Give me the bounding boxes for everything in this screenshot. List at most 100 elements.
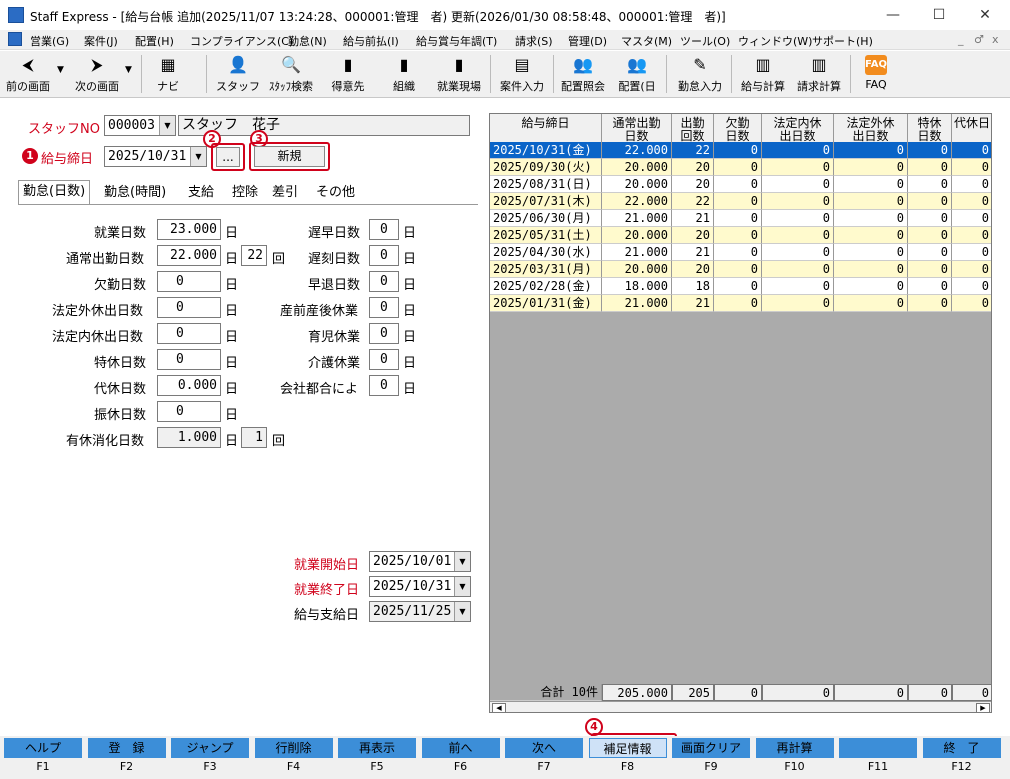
next-dropdown-icon[interactable]: ▼ — [125, 65, 132, 75]
menu-payroll[interactable]: 給与賞与年調(T) — [416, 33, 497, 49]
supplementary-info-button[interactable]: 補足情報 — [588, 738, 667, 758]
faq-button[interactable]: FAQ FAQ — [856, 53, 896, 96]
clear-screen-button[interactable]: 画面クリア — [672, 738, 750, 758]
table-row[interactable]: 2025/07/31(木) 22.000 22 0 0 0 0 0 — [490, 193, 991, 210]
maximize-button[interactable]: ☐ — [916, 2, 962, 28]
billing-calc-button[interactable]: ▥ 請求計算 — [792, 53, 846, 96]
work-days-field[interactable]: 23.000 — [157, 219, 221, 240]
table-row[interactable]: 2025/06/30(月) 21.000 21 0 0 0 0 0 — [490, 210, 991, 227]
delete-row-button[interactable]: 行削除 — [254, 738, 333, 758]
table-row[interactable]: 2025/10/31(金) 22.000 22 0 0 0 0 0 — [490, 142, 991, 159]
table-row[interactable]: 2025/03/31(月) 20.000 20 0 0 0 0 0 — [490, 261, 991, 278]
assign-inquiry-button[interactable]: 👥 配置照会 — [557, 53, 609, 96]
jump-button[interactable]: ジャンプ — [171, 738, 249, 758]
billing-calc-icon: ▥ — [811, 55, 827, 74]
statutory-external-holiday-field[interactable]: 0 — [157, 297, 221, 318]
staff-button[interactable]: 👤 スタッフ — [216, 53, 260, 96]
menu-support[interactable]: サポート(H) — [812, 33, 873, 49]
org-icon: ▮ — [399, 55, 409, 74]
prev-key-label: F6 — [453, 760, 468, 773]
absence-days-field[interactable]: 0 — [157, 271, 221, 292]
nursing-care-leave-field[interactable]: 0 — [369, 349, 399, 370]
staff-search-button[interactable]: 🔍 ｽﾀｯﾌ検索 — [262, 53, 320, 96]
org-button[interactable]: ▮ 組織 — [382, 53, 426, 96]
mdi-minimize-button[interactable]: _ — [958, 33, 964, 46]
refresh-button[interactable]: 再表示 — [338, 738, 416, 758]
register-button[interactable]: 登 録 — [87, 738, 166, 758]
tab-attendance-days[interactable]: 勤怠(日数) — [18, 180, 91, 204]
substitute-holiday-field[interactable]: 0 — [157, 401, 221, 422]
menu-attendance[interactable]: 勤怠(N) — [288, 33, 327, 49]
work-start-dropdown-icon[interactable]: ▼ — [454, 552, 470, 571]
horizontal-scrollbar[interactable]: ◀ ▶ — [490, 701, 991, 712]
regular-attendance-days-field[interactable]: 22.000 — [157, 245, 221, 266]
table-cell: 0 — [908, 261, 952, 278]
close-button[interactable]: ✕ — [962, 2, 1008, 28]
f11-button[interactable] — [839, 738, 917, 758]
new-button[interactable]: 新規 — [254, 146, 325, 167]
menu-window[interactable]: ウィンドウ(W) — [738, 33, 812, 49]
menu-manage[interactable]: 管理(D) — [568, 33, 607, 49]
prev-button[interactable]: 前へ — [421, 738, 500, 758]
assign-button[interactable]: 👥 配置(日 — [612, 53, 662, 96]
pay-history-grid[interactable]: 給与締日 通常出勤 日数 出勤 回数 欠勤 日数 法定内休 出日数 法定外休 出日数 特休 … — [489, 113, 992, 713]
table-row[interactable]: 2025/01/31(金) 21.000 21 0 0 0 0 0 — [490, 295, 991, 312]
navi-button[interactable]: ▦ ナビ — [148, 53, 188, 96]
prev-dropdown-icon[interactable]: ▼ — [57, 65, 64, 75]
tab-difference[interactable]: 差引 — [272, 182, 298, 204]
app-menu-icon[interactable] — [8, 32, 22, 46]
table-row[interactable]: 2025/09/30(火) 20.000 20 0 0 0 0 0 — [490, 159, 991, 176]
compensatory-days-field[interactable]: 0.000 — [157, 375, 221, 396]
work-end-dropdown-icon[interactable]: ▼ — [454, 577, 470, 596]
table-cell: 18.000 — [602, 278, 672, 295]
table-row[interactable]: 2025/02/28(金) 18.000 18 0 0 0 0 0 — [490, 278, 991, 295]
tab-other[interactable]: その他 — [316, 182, 355, 204]
scroll-right-icon[interactable]: ▶ — [976, 703, 990, 712]
toolbar-separator — [490, 55, 491, 93]
menu-compliance[interactable]: コンプライアンス(C) — [190, 33, 293, 49]
childcare-leave-field[interactable]: 0 — [369, 323, 399, 344]
special-leave-days-field[interactable]: 0 — [157, 349, 221, 370]
tab-attendance-hours[interactable]: 勤怠(時間) — [104, 182, 166, 204]
prev-screen-button[interactable]: ⮜ 前の画面 — [2, 53, 54, 96]
statutory-internal-holiday-field[interactable]: 0 — [157, 323, 221, 344]
menu-advance-pay[interactable]: 給与前払(I) — [343, 33, 399, 49]
payroll-calc-button[interactable]: ▥ 給与計算 — [736, 53, 790, 96]
mdi-close-button[interactable]: x — [992, 33, 999, 46]
worksite-button[interactable]: ▮ 就業現場 — [430, 53, 488, 96]
menu-assign[interactable]: 配置(H) — [135, 33, 174, 49]
scroll-left-icon[interactable]: ◀ — [492, 703, 506, 712]
maternity-leave-field[interactable]: 0 — [369, 297, 399, 318]
table-row[interactable]: 2025/04/30(水) 21.000 21 0 0 0 0 0 — [490, 244, 991, 261]
company-reason-field[interactable]: 0 — [369, 375, 399, 396]
menu-case[interactable]: 案件(J) — [84, 33, 118, 49]
early-leave-days-field[interactable]: 0 — [369, 271, 399, 292]
exit-button[interactable]: 終 了 — [922, 738, 1001, 758]
case-input-button[interactable]: ▤ 案件入力 — [494, 53, 550, 96]
table-cell: 0 — [952, 193, 991, 210]
table-row[interactable]: 2025/08/31(日) 20.000 20 0 0 0 0 0 — [490, 176, 991, 193]
table-row[interactable]: 2025/05/31(土) 20.000 20 0 0 0 0 0 — [490, 227, 991, 244]
statutory-external-holiday-label: 法定外休出日数 — [52, 304, 144, 319]
late-early-days-field[interactable]: 0 — [369, 219, 399, 240]
help-button[interactable]: ヘルプ — [4, 738, 82, 758]
menu-billing[interactable]: 請求(S) — [515, 33, 553, 49]
staff-no-dropdown-icon[interactable]: ▼ — [159, 116, 175, 135]
regular-attendance-count-field[interactable]: 22 — [241, 245, 267, 266]
late-days-field[interactable]: 0 — [369, 245, 399, 266]
next-screen-button[interactable]: ⮞ 次の画面 — [70, 53, 124, 96]
client-button[interactable]: ▮ 得意先 — [324, 53, 372, 96]
tab-payment[interactable]: 支給 — [188, 182, 214, 204]
attendance-input-button[interactable]: ✎ 勤怠入力 — [672, 53, 728, 96]
menu-sales[interactable]: 営業(G) — [30, 33, 69, 49]
mdi-restore-button[interactable]: ♂ — [974, 33, 984, 46]
jump-key-label: F3 — [203, 760, 217, 773]
tab-deduction[interactable]: 控除 — [232, 182, 258, 204]
minimize-button[interactable]: — — [870, 2, 916, 28]
next-button[interactable]: 次へ — [505, 738, 583, 758]
ellipsis-button[interactable]: ... — [216, 147, 240, 167]
recalculate-button[interactable]: 再計算 — [755, 738, 834, 758]
pay-close-date-dropdown-icon[interactable]: ▼ — [190, 147, 206, 166]
menu-tools[interactable]: ツール(O) — [680, 33, 730, 49]
menu-master[interactable]: マスタ(M) — [621, 33, 672, 49]
